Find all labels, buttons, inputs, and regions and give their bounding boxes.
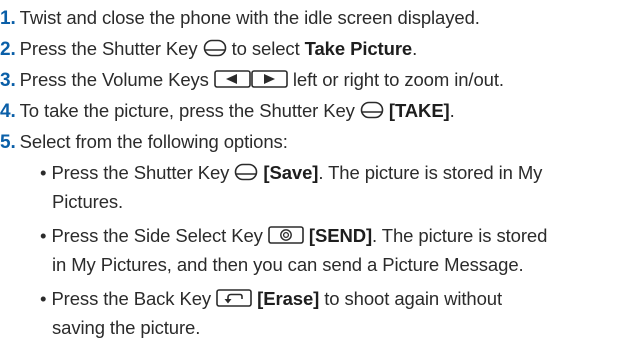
step-text: Press the Shutter Key — [19, 38, 198, 59]
step-5: 5. Select from the following options: — [0, 128, 288, 156]
bullet: • — [40, 225, 47, 246]
option-bold: [Save] — [263, 162, 319, 183]
step-2: 2. Press the Shutter Key to select Take P… — [0, 35, 417, 63]
option-text: in My Pictures, and then you can send a … — [52, 254, 524, 275]
shutter-key-icon — [360, 101, 384, 119]
step-bold: [TAKE] — [388, 100, 450, 121]
step-bold: Take Picture — [304, 38, 413, 59]
step-text: Press the Volume Keys — [19, 69, 209, 90]
option-text-end: . The picture is stored in My — [318, 162, 543, 183]
option-bold: [SEND] — [308, 225, 373, 246]
back-key-icon — [216, 289, 252, 307]
option-send: • Press the Side Select Key [SEND]. The … — [40, 222, 547, 250]
step-end: . — [412, 38, 418, 59]
option-text: Press the Back Key — [51, 288, 212, 309]
step-text: Select from the following options: — [19, 131, 288, 152]
shutter-key-icon — [203, 39, 226, 57]
option-text: Press the Side Select Key — [51, 225, 263, 246]
step-text: Twist and close the phone with the idle … — [19, 7, 480, 28]
option-send-continued: in My Pictures, and then you can send a … — [52, 251, 524, 279]
option-text-end: . The picture is stored — [372, 225, 548, 246]
step-text: to select — [231, 38, 300, 59]
step-text: To take the picture, press the Shutter K… — [19, 100, 355, 121]
step-number: 1. — [0, 8, 16, 29]
step-number: 2. — [0, 39, 16, 60]
option-bold: [Erase] — [257, 288, 320, 309]
step-4: 4. To take the picture, press the Shutter… — [0, 97, 455, 125]
option-save: • Press the Shutter Key [Save]. The pict… — [40, 159, 542, 187]
option-save-continued: Pictures. — [52, 188, 123, 216]
option-erase-continued: saving the picture. — [52, 314, 200, 342]
step-1: 1. Twist and close the phone with the idl… — [0, 4, 480, 32]
option-text: Pictures. — [52, 191, 124, 212]
shutter-key-icon — [235, 163, 258, 181]
option-text: saving the picture. — [52, 317, 201, 338]
step-3: 3. Press the Volume Keys left or right to… — [0, 66, 504, 94]
option-text-end: to shoot again without — [324, 288, 503, 309]
bullet: • — [40, 288, 47, 309]
step-number: 3. — [0, 70, 16, 91]
volume-keys-icon — [214, 70, 288, 88]
bullet: • — [40, 162, 47, 183]
side-select-key-icon — [268, 226, 304, 244]
step-end: . — [449, 100, 455, 121]
step-text: left or right to zoom in/out. — [292, 69, 504, 90]
step-number: 4. — [0, 101, 16, 122]
option-erase: • Press the Back Key [Erase] to shoot ag… — [40, 285, 502, 313]
option-text: Press the Shutter Key — [51, 162, 230, 183]
step-number: 5. — [0, 132, 16, 153]
instruction-list: 1. Twist and close the phone with the idl… — [0, 0, 636, 348]
